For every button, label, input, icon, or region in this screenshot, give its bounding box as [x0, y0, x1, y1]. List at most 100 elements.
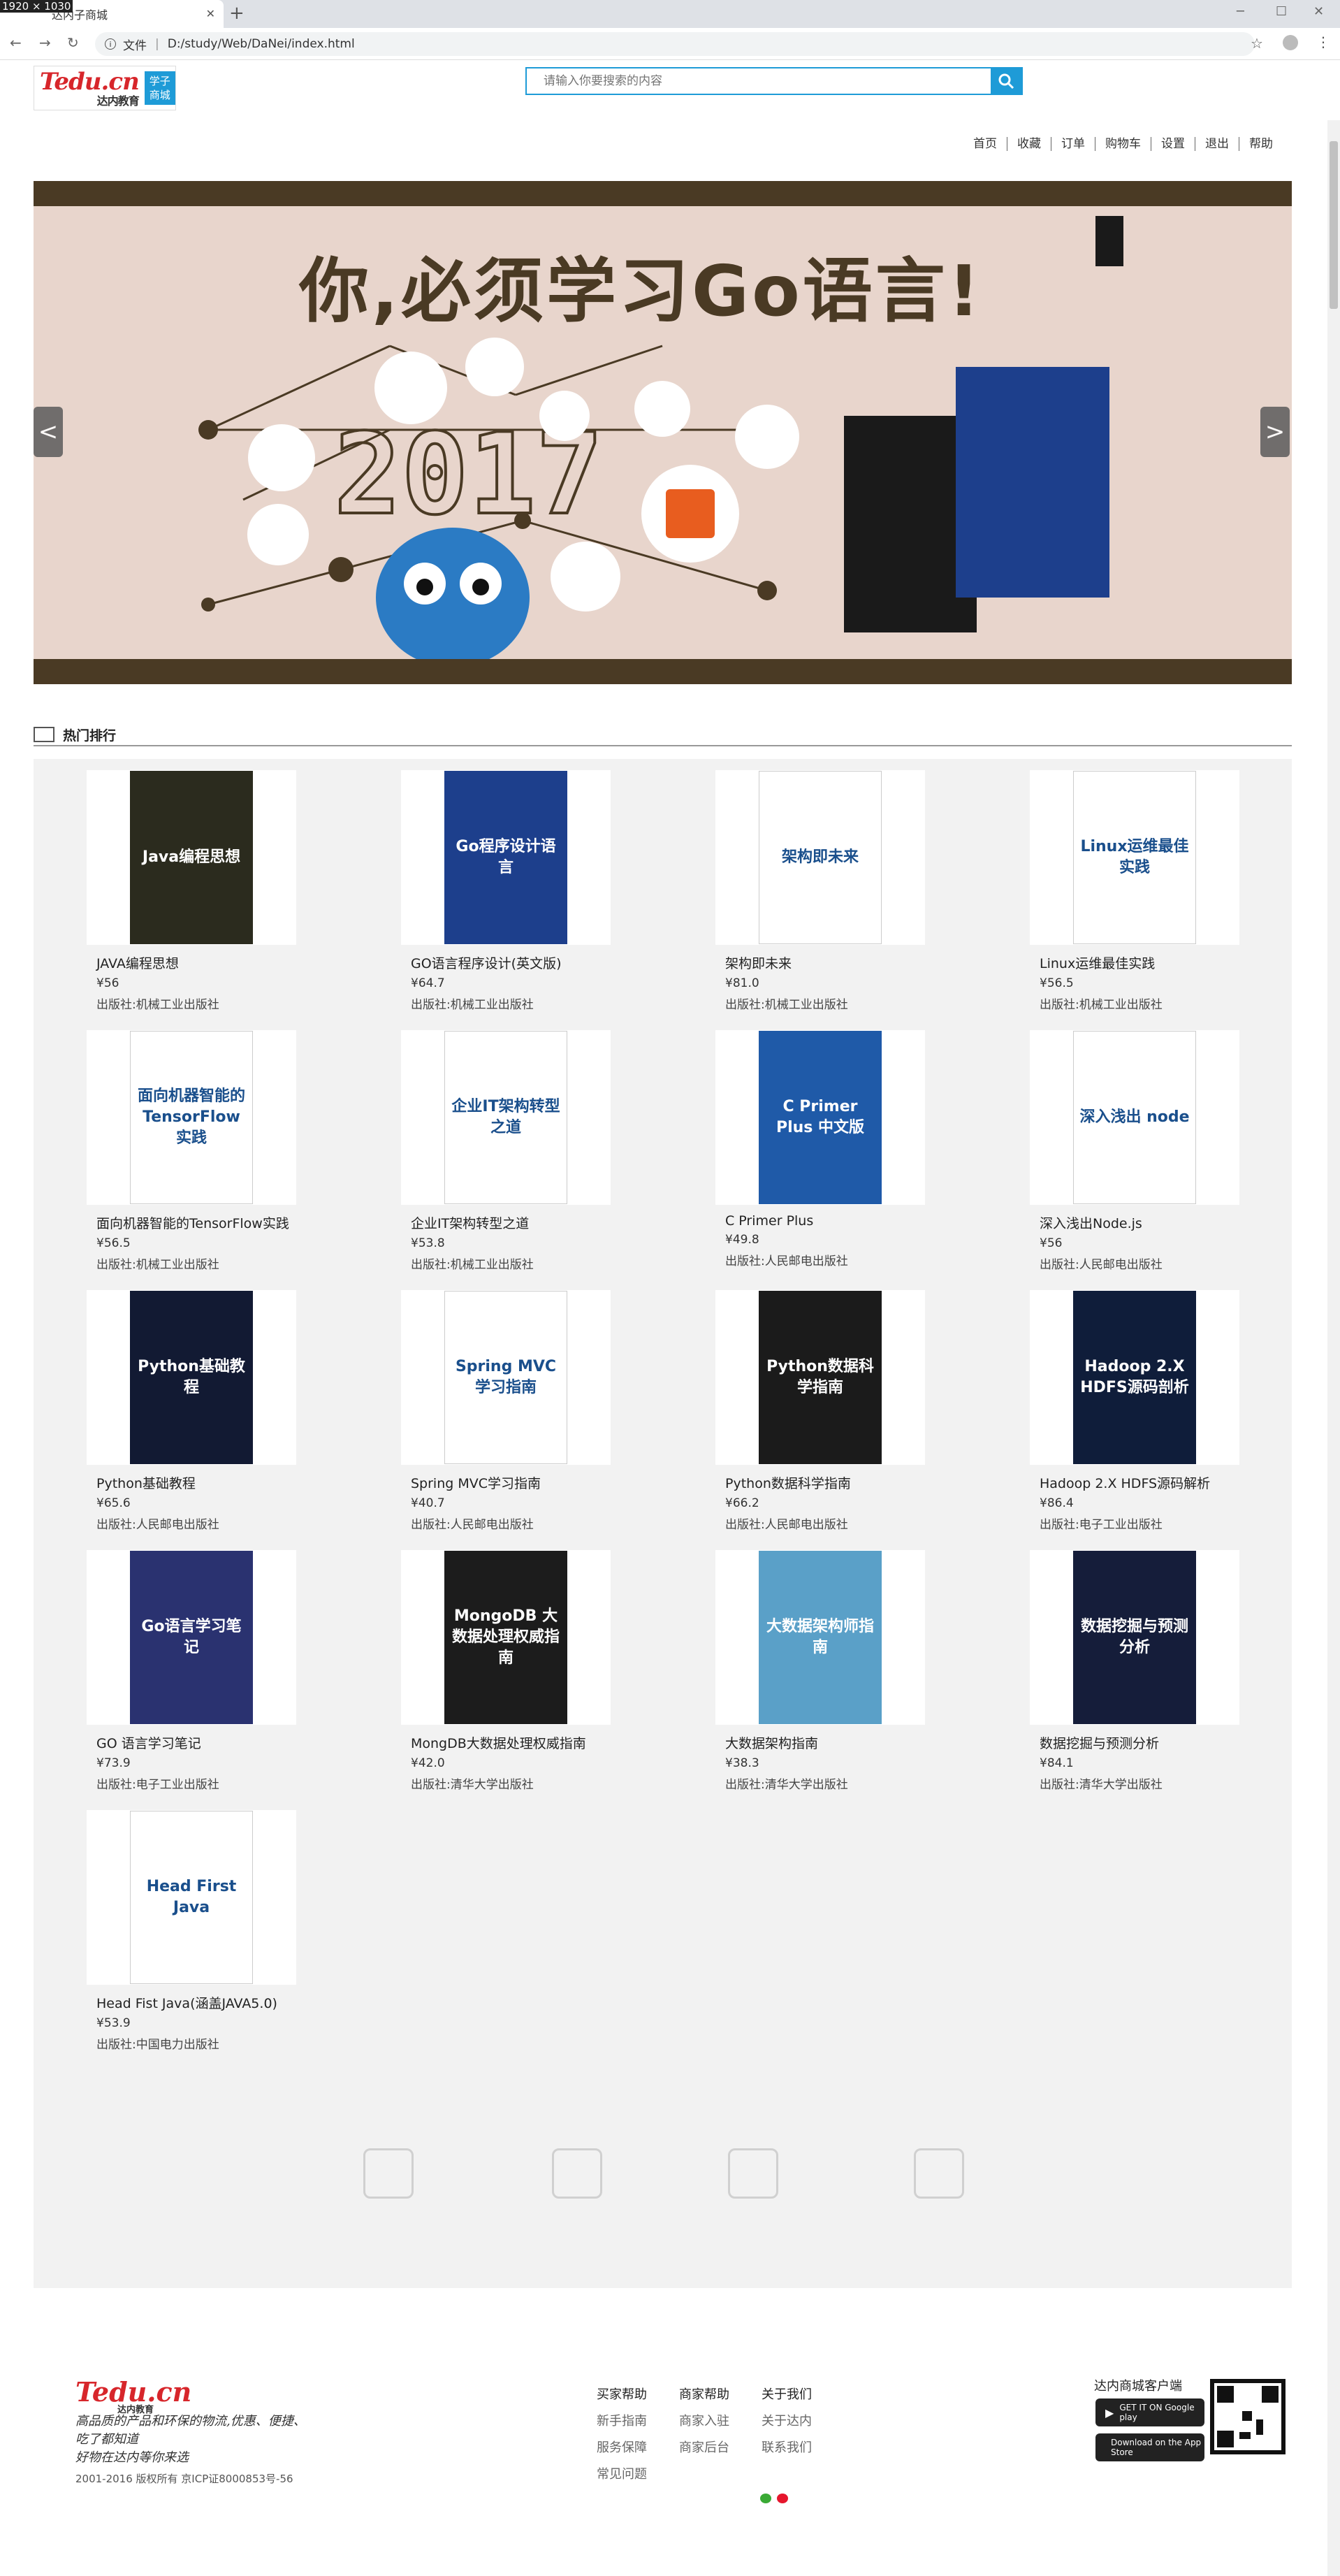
book-title[interactable]: 数据挖掘与预测分析 — [1030, 1733, 1239, 1752]
book-title[interactable]: Head Fist Java(涵盖JAVA5.0) — [87, 1993, 296, 2012]
back-icon[interactable]: ← — [10, 34, 22, 51]
book-title[interactable]: Spring MVC学习指南 — [401, 1473, 611, 1492]
minimize-icon[interactable]: ─ — [1237, 4, 1244, 19]
book-title[interactable]: GO 语言学习笔记 — [87, 1733, 296, 1752]
book-card[interactable]: 面向机器智能的TensorFlow实践 面向机器智能的TensorFlow实践 ¥5… — [87, 1030, 296, 1272]
book-cover[interactable]: C Primer Plus 中文版 — [715, 1030, 925, 1205]
footer-col-heading: 买家帮助 — [597, 2387, 647, 2402]
menu-kebab-icon[interactable]: ⋮ — [1316, 34, 1330, 50]
maximize-icon[interactable]: ☐ — [1276, 4, 1287, 19]
book-card[interactable]: 深入浅出 node 深入浅出Node.js ¥56 出版社:人民邮电出版社 — [1030, 1030, 1239, 1272]
book-cover[interactable]: Head First Java — [87, 1810, 296, 1985]
book-card[interactable]: 架构即未来 架构即未来 ¥81.0 出版社:机械工业出版社 — [715, 770, 925, 1012]
book-title[interactable]: 架构即未来 — [715, 953, 925, 972]
scrollbar[interactable] — [1327, 120, 1340, 2576]
nav-item[interactable]: 设置 — [1151, 137, 1195, 151]
book-publisher: 出版社:清华大学出版社 — [411, 1778, 534, 1792]
book-cover[interactable]: 面向机器智能的TensorFlow实践 — [87, 1030, 296, 1205]
book-title[interactable]: JAVA编程思想 — [87, 953, 296, 972]
book-title[interactable]: Python数据科学指南 — [715, 1473, 925, 1492]
footer-link[interactable]: 服务保障 — [597, 2435, 647, 2461]
book-card[interactable]: 企业IT架构转型之道 企业IT架构转型之道 ¥53.8 出版社:机械工业出版社 — [401, 1030, 611, 1272]
book-cover[interactable]: 大数据架构师指南 — [715, 1550, 925, 1725]
footer-link[interactable]: 新手指南 — [597, 2408, 647, 2435]
book-card[interactable]: Linux运维最佳实践 Linux运维最佳实践 ¥56.5 出版社:机械工业出版社 — [1030, 770, 1239, 1012]
book-card[interactable]: Go程序设计语言 GO语言程序设计(英文版) ¥64.7 出版社:机械工业出版社 — [401, 770, 611, 1012]
book-card[interactable]: Python基础教程 Python基础教程 ¥65.6 出版社:人民邮电出版社 — [87, 1290, 296, 1532]
banner-carousel[interactable]: 你,必须学习Go语言! 2017 — [34, 181, 1292, 684]
book-price: ¥73.9 — [96, 1756, 131, 1770]
footer-link[interactable]: 商家入驻 — [679, 2408, 729, 2435]
book-card[interactable]: C Primer Plus 中文版 C Primer Plus ¥49.8 出版社:人… — [715, 1030, 925, 1268]
book-title[interactable]: Hadoop 2.X HDFS源码解析 — [1030, 1473, 1239, 1492]
book-card[interactable]: 数据挖掘与预测分析 数据挖掘与预测分析 ¥84.1 出版社:清华大学出版社 — [1030, 1550, 1239, 1792]
scrollbar-thumb[interactable] — [1330, 141, 1338, 309]
book-price: ¥56 — [96, 976, 119, 990]
book-card[interactable]: Head First Java Head Fist Java(涵盖JAVA5.0)… — [87, 1810, 296, 2052]
google-play-button[interactable]: ▶ GET IT ON Google play — [1095, 2398, 1204, 2426]
search-input[interactable] — [527, 68, 991, 94]
book-title[interactable]: MongDB大数据处理权威指南 — [401, 1733, 611, 1752]
book-cover[interactable]: Python数据科学指南 — [715, 1290, 925, 1465]
book-title[interactable]: 面向机器智能的TensorFlow实践 — [87, 1213, 296, 1232]
tab-close-icon[interactable]: ✕ — [206, 7, 215, 20]
info-icon[interactable]: i — [105, 38, 116, 50]
close-window-icon[interactable]: ✕ — [1313, 4, 1324, 19]
book-publisher: 出版社:机械工业出版社 — [725, 998, 848, 1012]
book-cover[interactable]: MongoDB 大数据处理权威指南 — [401, 1550, 611, 1725]
address-bar[interactable]: i 文件 | D:/study/Web/DaNei/index.html — [95, 32, 1255, 56]
forward-icon[interactable]: → — [39, 34, 51, 51]
book-cover[interactable]: Spring MVC 学习指南 — [401, 1290, 611, 1465]
footer-link[interactable]: 关于达内 — [762, 2408, 812, 2435]
book-title[interactable]: Linux运维最佳实践 — [1030, 953, 1239, 972]
book-cover[interactable]: Python基础教程 — [87, 1290, 296, 1465]
book-cover[interactable]: Go语言学习笔记 — [87, 1550, 296, 1725]
book-cover[interactable]: Java编程思想 — [87, 770, 296, 945]
weibo-icon[interactable] — [777, 2494, 788, 2503]
book-title[interactable]: C Primer Plus — [715, 1213, 925, 1229]
book-cover[interactable]: 数据挖掘与预测分析 — [1030, 1550, 1239, 1725]
book-cover[interactable]: 架构即未来 — [715, 770, 925, 945]
banner-next-button[interactable]: > — [1260, 407, 1290, 457]
nav-item[interactable]: 首页 — [963, 137, 1007, 151]
bookmark-star-icon[interactable]: ☆ — [1251, 35, 1263, 52]
banner-prev-button[interactable]: < — [34, 407, 63, 457]
nav-item[interactable]: 帮助 — [1239, 137, 1283, 151]
nav-item[interactable]: 退出 — [1195, 137, 1239, 151]
book-cover[interactable]: 企业IT架构转型之道 — [401, 1030, 611, 1205]
book-card[interactable]: Java编程思想 JAVA编程思想 ¥56 出版社:机械工业出版社 — [87, 770, 296, 1012]
profile-avatar-icon[interactable] — [1283, 35, 1298, 50]
book-card[interactable]: Hadoop 2.X HDFS源码剖析 Hadoop 2.X HDFS源码解析 ¥8… — [1030, 1290, 1239, 1532]
book-publisher: 出版社:人民邮电出版社 — [725, 1518, 848, 1532]
reload-icon[interactable]: ↻ — [67, 34, 79, 51]
new-tab-icon[interactable]: + — [229, 3, 245, 24]
book-cover-image: Go程序设计语言 — [444, 771, 567, 944]
book-cover[interactable]: Hadoop 2.X HDFS源码剖析 — [1030, 1290, 1239, 1465]
book-cover[interactable]: 深入浅出 node — [1030, 1030, 1239, 1205]
nav-item[interactable]: 订单 — [1051, 137, 1095, 151]
book-title[interactable]: GO语言程序设计(英文版) — [401, 953, 611, 972]
book-card[interactable]: 大数据架构师指南 大数据架构指南 ¥38.3 出版社:清华大学出版社 — [715, 1550, 925, 1792]
book-cover[interactable]: Go程序设计语言 — [401, 770, 611, 945]
nav-item[interactable]: 购物车 — [1095, 137, 1151, 151]
book-title[interactable]: 企业IT架构转型之道 — [401, 1213, 611, 1232]
footer-link[interactable]: 常见问题 — [597, 2461, 647, 2488]
book-cover[interactable]: Linux运维最佳实践 — [1030, 770, 1239, 945]
book-card[interactable]: Spring MVC 学习指南 Spring MVC学习指南 ¥40.7 出版社:人民… — [401, 1290, 611, 1532]
book-card[interactable]: Python数据科学指南 Python数据科学指南 ¥66.2 出版社:人民邮电出版社 — [715, 1290, 925, 1532]
book-title[interactable]: 大数据架构指南 — [715, 1733, 925, 1752]
book-title[interactable]: 深入浅出Node.js — [1030, 1213, 1239, 1232]
address-text: D:/study/Web/DaNei/index.html — [167, 37, 355, 51]
footer-link[interactable]: 商家后台 — [679, 2435, 729, 2461]
book-publisher: 出版社:机械工业出版社 — [411, 1258, 534, 1272]
book-cover-image: Java编程思想 — [130, 771, 253, 944]
book-title[interactable]: Python基础教程 — [87, 1473, 296, 1492]
site-logo[interactable]: Tedu.cn 达内教育 学子商城 — [34, 66, 176, 110]
footer-link[interactable]: 联系我们 — [762, 2435, 812, 2461]
search-button[interactable] — [991, 68, 1021, 94]
book-card[interactable]: Go语言学习笔记 GO 语言学习笔记 ¥73.9 出版社:电子工业出版社 — [87, 1550, 296, 1792]
wechat-icon[interactable] — [760, 2494, 771, 2503]
book-card[interactable]: MongoDB 大数据处理权威指南 MongDB大数据处理权威指南 ¥42.0 出版社… — [401, 1550, 611, 1792]
app-store-button[interactable]: Download on the App Store — [1095, 2433, 1204, 2461]
nav-item[interactable]: 收藏 — [1007, 137, 1051, 151]
